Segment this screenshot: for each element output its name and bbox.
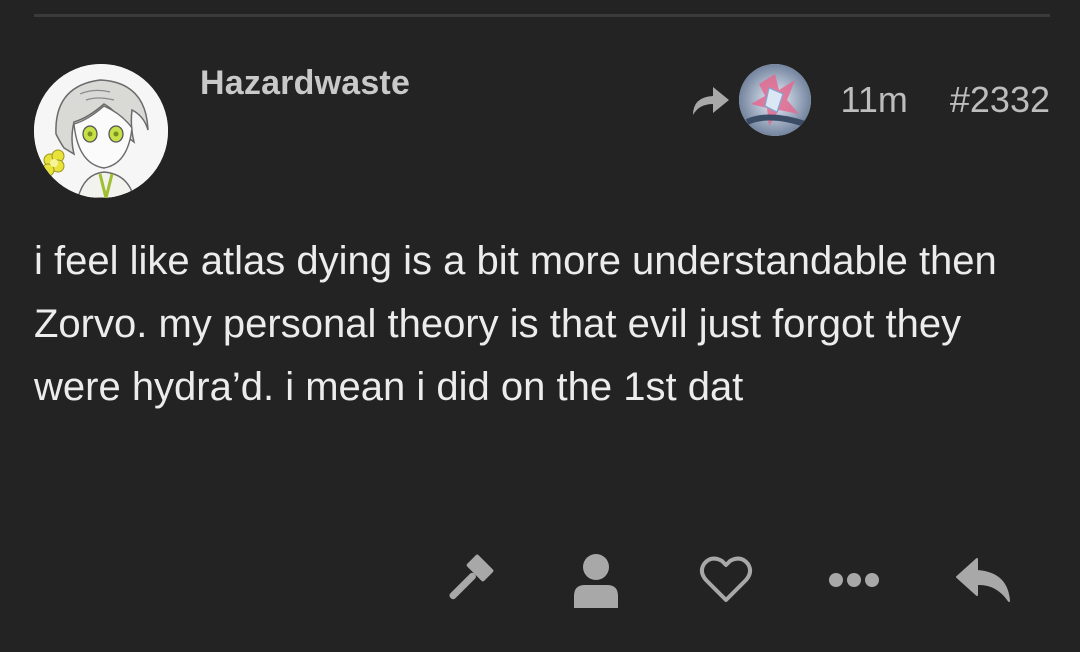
author-name[interactable]: Hazardwaste <box>200 64 410 103</box>
gavel-icon <box>449 554 494 600</box>
like-button[interactable] <box>694 548 758 612</box>
share-arrow-icon[interactable] <box>689 83 731 117</box>
reply-button[interactable] <box>952 548 1016 612</box>
post-body: i feel like atlas dying is a bit more un… <box>34 239 997 409</box>
post-meta: 11m #2332 <box>689 62 1050 138</box>
reply-to-avatar[interactable] <box>738 64 811 136</box>
top-divider <box>34 14 1050 17</box>
more-button[interactable] <box>822 548 886 612</box>
author-avatar[interactable] <box>34 64 168 198</box>
more-dots-icon <box>829 573 879 587</box>
reply-icon <box>956 558 1010 602</box>
post-timestamp[interactable]: 11m <box>841 79 908 121</box>
flag-button[interactable] <box>436 548 500 612</box>
avatar-image <box>34 64 168 198</box>
post-number[interactable]: #2332 <box>950 79 1050 121</box>
post-actions <box>0 548 1080 618</box>
heart-icon <box>699 556 753 602</box>
profile-button[interactable] <box>564 548 628 612</box>
user-icon <box>574 554 618 608</box>
reply-to-avatar-image <box>738 64 811 136</box>
